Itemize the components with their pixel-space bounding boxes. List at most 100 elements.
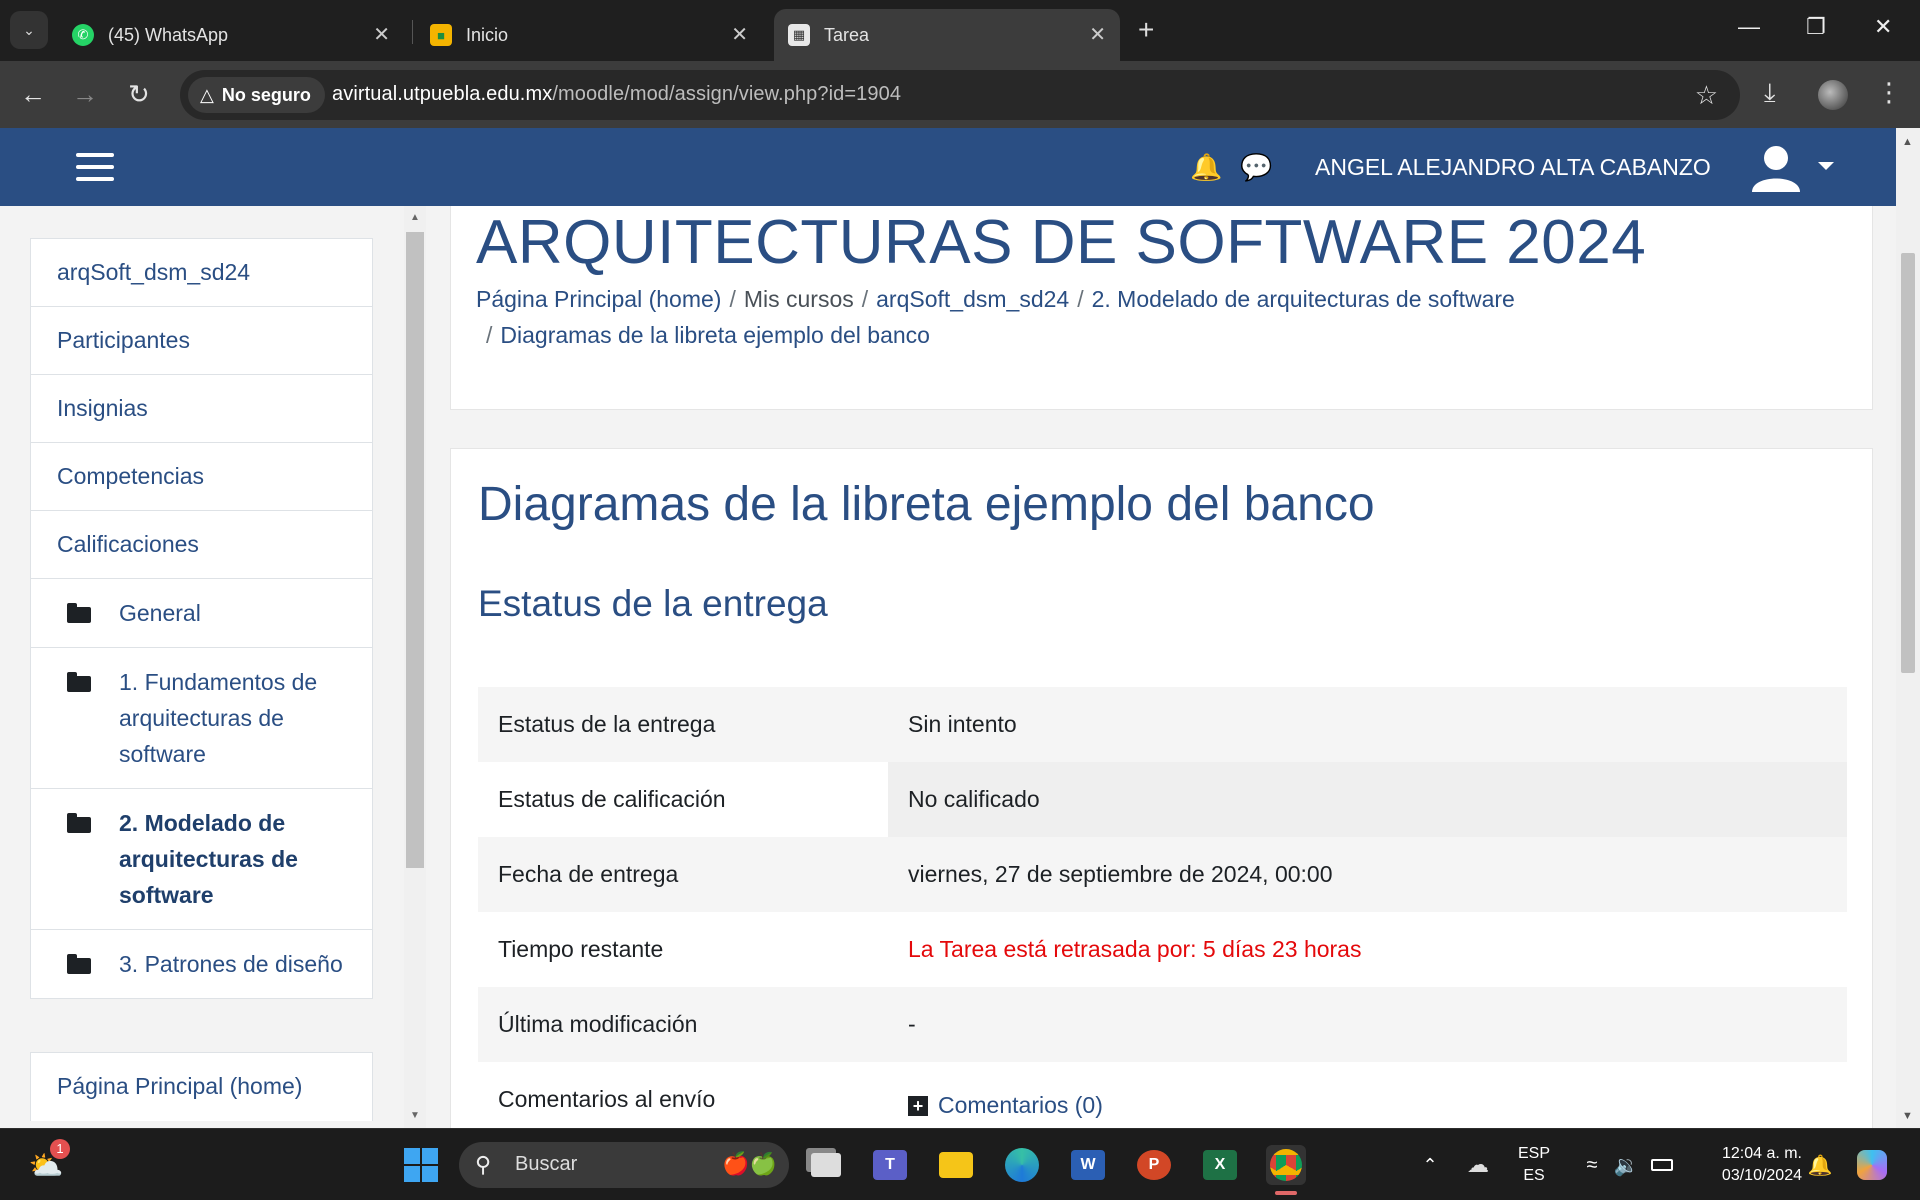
file-explorer-icon[interactable] bbox=[936, 1145, 976, 1185]
section-label: General bbox=[119, 600, 201, 626]
course-title: ARQUITECTURAS DE SOFTWARE 2024 bbox=[476, 208, 1647, 277]
close-tab-icon[interactable]: ✕ bbox=[731, 22, 748, 47]
clock[interactable]: 12:04 a. m. 03/10/2024 bbox=[1692, 1143, 1802, 1187]
chat-bubble-icon[interactable]: 💬 bbox=[1240, 152, 1272, 183]
profile-avatar[interactable] bbox=[1818, 80, 1848, 110]
language-indicator[interactable]: ESP ES bbox=[1514, 1143, 1554, 1187]
breadcrumb-mis-cursos[interactable]: Mis cursos bbox=[744, 286, 854, 312]
close-tab-icon[interactable]: ✕ bbox=[1089, 22, 1106, 47]
drawer-section-general[interactable]: General bbox=[31, 579, 372, 648]
excel-icon[interactable]: X bbox=[1200, 1145, 1240, 1185]
tab-inicio[interactable]: ■ Inicio ✕ bbox=[416, 9, 762, 61]
tab-search-chevron-icon[interactable]: ⌄ bbox=[10, 11, 48, 49]
new-tab-icon[interactable]: + bbox=[1138, 14, 1154, 46]
close-tab-icon[interactable]: ✕ bbox=[373, 22, 390, 47]
drawer-item-calificaciones[interactable]: Calificaciones bbox=[31, 511, 372, 579]
row-value-late: La Tarea está retrasada por: 5 días 23 h… bbox=[888, 912, 1847, 987]
tray-chevron-up-icon[interactable]: ⌃ bbox=[1410, 1145, 1450, 1185]
volume-icon[interactable]: 🔉 bbox=[1606, 1145, 1646, 1185]
row-key: Comentarios al envío bbox=[478, 1062, 888, 1128]
row-value: No calificado bbox=[888, 762, 1847, 837]
row-value: + Comentarios (0) bbox=[888, 1062, 1847, 1128]
table-row: Comentarios al envío + Comentarios (0) bbox=[478, 1062, 1847, 1128]
page-scroll-thumb[interactable] bbox=[1901, 253, 1915, 673]
drawer-item-home[interactable]: Página Principal (home) bbox=[31, 1053, 372, 1121]
drawer-item-participantes[interactable]: Participantes bbox=[31, 307, 372, 375]
search-icon: ⚲ bbox=[475, 1152, 492, 1177]
bookmark-star-icon[interactable]: ☆ bbox=[1695, 80, 1718, 111]
hamburger-menu-icon[interactable] bbox=[76, 153, 114, 181]
task-view-icon[interactable] bbox=[806, 1145, 846, 1185]
security-label: No seguro bbox=[221, 84, 311, 105]
scroll-down-icon[interactable]: ▼ bbox=[1902, 1110, 1913, 1122]
drawer-scroll-thumb[interactable] bbox=[406, 232, 424, 868]
drawer-item-competencias[interactable]: Competencias bbox=[31, 443, 372, 511]
moodle-navbar: 🔔 💬 ANGEL ALEJANDRO ALTA CABANZO bbox=[0, 128, 1896, 206]
windows-start-icon[interactable] bbox=[401, 1145, 441, 1185]
tab-whatsapp[interactable]: ✆ (45) WhatsApp ✕ bbox=[58, 9, 404, 61]
row-key: Última modificación bbox=[478, 987, 888, 1062]
submission-status-table: Estatus de la entrega Sin intento Estatu… bbox=[478, 687, 1847, 1128]
reload-icon[interactable]: ↻ bbox=[128, 79, 150, 110]
restore-icon[interactable]: ❐ bbox=[1806, 14, 1826, 40]
drawer-section-3[interactable]: 3. Patrones de diseño bbox=[31, 930, 372, 998]
folder-icon bbox=[67, 672, 91, 692]
table-row: Tiempo restante La Tarea está retrasada … bbox=[478, 912, 1847, 987]
browser-toolbar: ← → ↻ △ No seguro avirtual.utpuebla.edu.… bbox=[0, 61, 1920, 128]
user-menu-caret-icon[interactable] bbox=[1818, 162, 1834, 170]
teams-icon[interactable]: T bbox=[870, 1145, 910, 1185]
tab-title: (45) WhatsApp bbox=[108, 24, 229, 45]
taskbar-search[interactable]: ⚲ Buscar 🍎🍏 bbox=[459, 1142, 789, 1188]
page-scrollbar[interactable]: ▲ ▼ bbox=[1896, 128, 1920, 1128]
user-avatar-icon[interactable] bbox=[1748, 140, 1804, 196]
breadcrumb-assignment[interactable]: Diagramas de la libreta ejemplo del banc… bbox=[500, 322, 930, 348]
tab-tarea[interactable]: ▦ Tarea ✕ bbox=[774, 9, 1120, 61]
row-value: viernes, 27 de septiembre de 2024, 00:00 bbox=[888, 837, 1847, 912]
drawer-section-1[interactable]: 1. Fundamentos de arquitecturas de softw… bbox=[31, 648, 372, 789]
breadcrumb-section[interactable]: 2. Modelado de arquitecturas de software bbox=[1092, 286, 1515, 312]
edge-icon[interactable] bbox=[1002, 1145, 1042, 1185]
minimize-icon[interactable]: — bbox=[1738, 14, 1760, 40]
comments-link[interactable]: + Comentarios (0) bbox=[908, 1092, 1103, 1119]
plus-square-icon: + bbox=[908, 1095, 928, 1116]
word-icon[interactable]: W bbox=[1068, 1145, 1108, 1185]
search-placeholder: Buscar bbox=[515, 1153, 578, 1175]
forward-icon[interactable]: → bbox=[72, 79, 98, 110]
security-chip[interactable]: △ No seguro bbox=[188, 77, 325, 113]
table-row: Estatus de calificación No calificado bbox=[478, 762, 1847, 837]
breadcrumb-home[interactable]: Página Principal (home) bbox=[476, 286, 721, 312]
copilot-icon[interactable] bbox=[1852, 1145, 1892, 1185]
menu-dots-icon[interactable]: ⋮ bbox=[1876, 77, 1902, 108]
battery-icon[interactable] bbox=[1642, 1145, 1682, 1185]
back-icon[interactable]: ← bbox=[20, 79, 46, 110]
chrome-icon[interactable] bbox=[1266, 1145, 1306, 1185]
drawer-item-insignias[interactable]: Insignias bbox=[31, 375, 372, 443]
bell-icon[interactable]: 🔔 bbox=[1190, 152, 1222, 183]
download-icon[interactable]: ⤓ bbox=[1764, 77, 1776, 109]
language-line1: ESP bbox=[1517, 1145, 1550, 1162]
classroom-icon: ■ bbox=[430, 24, 452, 46]
search-highlight-icon: 🍎🍏 bbox=[722, 1151, 777, 1176]
drawer-section-2-current[interactable]: 2. Modelado de arquitecturas de software bbox=[31, 789, 372, 930]
onedrive-cloud-icon[interactable]: ☁ bbox=[1458, 1145, 1498, 1185]
row-value: - bbox=[888, 987, 1847, 1062]
row-key: Tiempo restante bbox=[478, 912, 888, 987]
url-text[interactable]: avirtual.utpuebla.edu.mx/moodle/mod/assi… bbox=[332, 83, 901, 106]
browser-tabstrip: ⌄ ✆ (45) WhatsApp ✕ ■ Inicio ✕ ▦ Tarea ✕… bbox=[0, 0, 1920, 61]
table-row: Fecha de entrega viernes, 27 de septiemb… bbox=[478, 837, 1847, 912]
scroll-down-icon[interactable]: ▼ bbox=[410, 1110, 420, 1121]
notification-bell-icon[interactable]: 🔔 bbox=[1800, 1145, 1840, 1185]
close-window-icon[interactable]: ✕ bbox=[1874, 14, 1892, 40]
scroll-up-icon[interactable]: ▲ bbox=[1902, 136, 1913, 148]
address-bar[interactable]: △ No seguro avirtual.utpuebla.edu.mx/moo… bbox=[180, 70, 1740, 120]
powerpoint-icon[interactable]: P bbox=[1134, 1145, 1174, 1185]
drawer-item-course[interactable]: arqSoft_dsm_sd24 bbox=[31, 239, 372, 307]
url-host: avirtual.utpuebla.edu.mx bbox=[332, 83, 553, 105]
scroll-up-icon[interactable]: ▲ bbox=[410, 212, 420, 223]
clock-date: 03/10/2024 bbox=[1721, 1167, 1802, 1184]
user-name[interactable]: ANGEL ALEJANDRO ALTA CABANZO bbox=[1315, 154, 1711, 181]
row-key: Fecha de entrega bbox=[478, 837, 888, 912]
breadcrumb-course[interactable]: arqSoft_dsm_sd24 bbox=[876, 286, 1069, 312]
row-key: Estatus de la entrega bbox=[478, 687, 888, 762]
drawer-scrollbar[interactable]: ▲ ▼ bbox=[404, 206, 426, 1128]
